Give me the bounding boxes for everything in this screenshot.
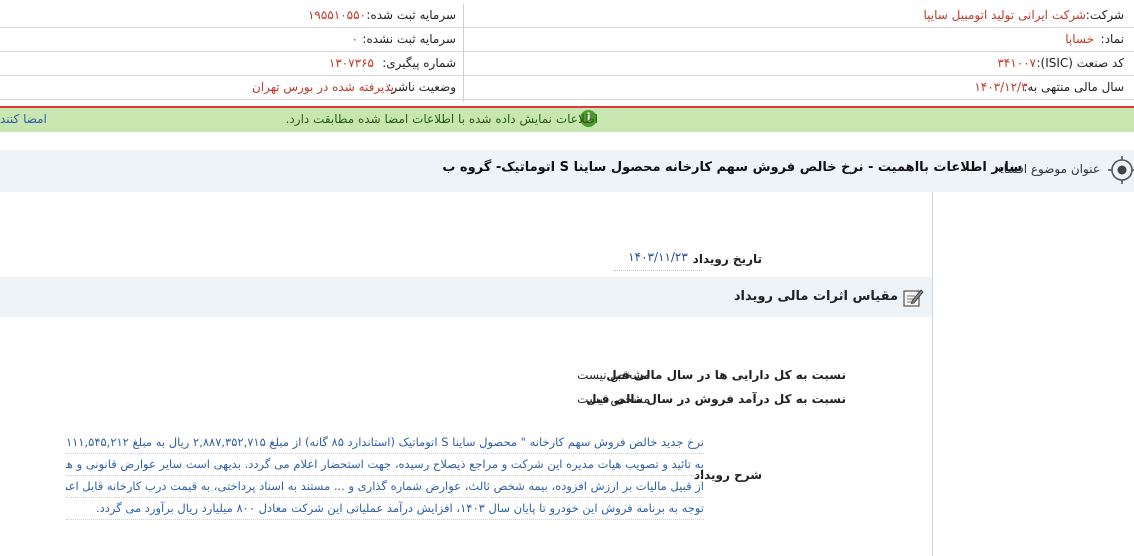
event-date-label: تاریخ رویداد [692,252,762,266]
content-divider [932,192,933,556]
edit-note-icon [903,289,924,307]
company-label: شرکت: [1085,8,1124,22]
subject-title: سایر اطلاعات بااهمیت - نرخ خالص فروش سهم… [442,160,1022,175]
unregistered-capital-label: سرمایه ثبت نشده: [362,32,456,46]
info-row-company: شرکت: شرکت ایرانی تولید اتومبیل سایپا سر… [0,4,1134,28]
publisher-status-label: وضعیت ناشر: [387,80,456,94]
financial-effects-header: مقیاس اثرات مالی رویداد [0,277,932,317]
verification-banner: i اطلاعات نمایش داده شده با اطلاعات امضا… [0,106,1134,132]
financial-effects-title: مقیاس اثرات مالی رویداد [733,289,898,304]
info-row-isic: کد صنعت (ISIC): ۳۴۱۰۰۷ شماره پیگیری: ۱۳۰… [0,52,1134,76]
target-icon [1108,156,1134,184]
symbol-label: نماد: [1100,32,1124,46]
event-description-label: شرح رویداد [693,468,762,482]
description-line: از قبیل مالیات بر ارزش افزوده، بیمه شخص … [66,476,704,498]
symbol-value: خساپا [1065,32,1094,46]
fiscal-year-label: سال مالی منتهی به: [1023,80,1124,94]
company-info-table: شرکت: شرکت ایرانی تولید اتومبیل سایپا سر… [0,4,1134,102]
info-row-fiscal-year: سال مالی منتهی به: ۱۴۰۳/۱۲/۳۰ وضعیت ناشر… [0,76,1134,100]
revenue-ratio-value: مشخص نیست [577,392,650,406]
description-line: توجه به برنامه فروش این خودرو تا پایان س… [66,498,704,520]
isic-label: کد صنعت (ISIC): [1036,56,1124,70]
description-line: به تائید و تصویب هیات مدیره این شرکت و م… [66,454,704,476]
signers-link[interactable]: امضا کنند [0,112,47,126]
info-row-symbol: نماد: خساپا سرمایه ثبت نشده: ۰ [0,28,1134,52]
event-description-text: نرخ جدید خالص فروش سهم کارخانه " محصول س… [66,432,704,520]
registered-capital-value: ۱۹۵۵۱۰۵۵۰ [307,8,366,22]
registered-capital-label: سرمایه ثبت شده: [366,8,456,22]
isic-value: ۳۴۱۰۰۷ [997,56,1036,70]
tracking-label: شماره پیگیری: [382,56,456,70]
fiscal-year-value: ۱۴۰۳/۱۲/۳۰ [974,80,1034,94]
subject-bar: عنوان موضوع افشاء: سایر اطلاعات بااهمیت … [0,150,1134,192]
assets-ratio-value: مشخص نیست [577,368,650,382]
event-date-value: ۱۴۰۳/۱۱/۲۳ [614,250,702,271]
tracking-value: ۱۳۰۷۳۶۵ [328,56,374,70]
publisher-status-value: پذیرفته شده در بورس تهران [251,80,394,94]
company-value: شرکت ایرانی تولید اتومبیل سایپا [923,8,1086,22]
unregistered-capital-value: ۰ [351,32,358,46]
verification-message: اطلاعات نمایش داده شده با اطلاعات امضا ش… [285,112,598,126]
description-line: نرخ جدید خالص فروش سهم کارخانه " محصول س… [66,432,704,454]
